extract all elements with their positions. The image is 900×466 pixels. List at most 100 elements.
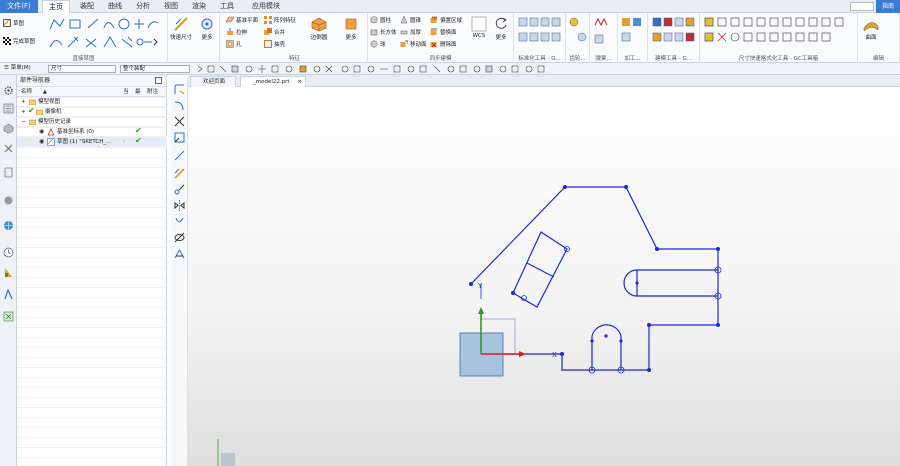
machining-tool-icons[interactable] bbox=[621, 17, 645, 51]
sync-more-button[interactable]: 更多 bbox=[488, 16, 514, 41]
sketch-button[interactable]: 草图 bbox=[3, 19, 24, 27]
tab-home[interactable]: 主页 bbox=[42, 0, 70, 14]
more-icon bbox=[345, 18, 357, 30]
cylinder-button[interactable]: 圆柱 bbox=[370, 16, 391, 24]
modeling-tool-icons[interactable] bbox=[652, 17, 696, 51]
hd3d-tools-icon[interactable] bbox=[3, 195, 14, 206]
spring-tool-icons[interactable] bbox=[593, 17, 615, 51]
expand-plus-icon[interactable]: + bbox=[21, 107, 26, 117]
web-browser-icon[interactable] bbox=[3, 220, 14, 231]
part-navigator-icon[interactable] bbox=[3, 103, 14, 114]
rapid-dimension-icon[interactable] bbox=[174, 168, 185, 179]
extrude-button[interactable]: 拉伸 bbox=[226, 28, 247, 36]
edge-blend-button[interactable]: 边倒圆 bbox=[306, 16, 332, 41]
sphere-button[interactable]: 球 bbox=[370, 40, 386, 48]
delete-face-button[interactable]: 删除面 bbox=[430, 40, 457, 48]
column-name[interactable]: 名称 bbox=[21, 87, 32, 97]
unite-button[interactable]: 合并 bbox=[264, 28, 285, 36]
tab-app-modules[interactable]: 应用模块 bbox=[246, 0, 286, 13]
profile-icon[interactable] bbox=[174, 84, 185, 95]
tree-node-datum-csys[interactable]: ◉ 基准坐标系 (0) ✔ bbox=[17, 126, 167, 137]
column-note[interactable]: 附注 bbox=[147, 87, 158, 97]
collapse-minus-icon[interactable]: − bbox=[21, 117, 26, 127]
finish-sketch-label: 完成草图 bbox=[13, 39, 36, 45]
offset-region-button[interactable]: 偏置区域 bbox=[430, 16, 462, 24]
help-button[interactable]: 指南 bbox=[876, 0, 900, 13]
move-face-button[interactable]: 移动面 bbox=[400, 40, 427, 48]
tab-tools[interactable]: 工具 bbox=[216, 0, 238, 13]
system-materials-icon[interactable] bbox=[3, 267, 14, 278]
tree-node-model-views[interactable]: + 模型视图 bbox=[17, 97, 167, 107]
selection-scope-dropdown[interactable]: 整个装配 bbox=[120, 65, 190, 73]
thicken-button[interactable]: 加厚 bbox=[400, 28, 421, 36]
roles-icon[interactable] bbox=[3, 311, 14, 322]
type-filter-dropdown[interactable]: 尺寸 bbox=[48, 65, 116, 73]
tab-model22[interactable]: _model22.prt × bbox=[240, 76, 306, 87]
feature-more-button[interactable]: 更多 bbox=[338, 16, 364, 41]
offset-region-icon bbox=[430, 16, 437, 23]
visibility-eye-icon[interactable]: ◉ bbox=[39, 137, 44, 147]
block-button[interactable]: 长方体 bbox=[370, 28, 397, 36]
settings-gear-icon[interactable] bbox=[3, 85, 14, 96]
relations-browser-icon[interactable] bbox=[174, 248, 185, 259]
corner-icon[interactable] bbox=[174, 132, 185, 143]
datum-plane-button[interactable]: 基准平面 bbox=[226, 16, 258, 24]
dimension-format-tool-icons[interactable] bbox=[704, 17, 854, 51]
column-current[interactable]: 当 bbox=[123, 87, 129, 97]
unite-label: 合并 bbox=[274, 30, 286, 36]
trim-icon[interactable] bbox=[174, 116, 185, 127]
finish-sketch-button[interactable]: 完成草图 bbox=[3, 37, 35, 45]
history-clock-icon[interactable] bbox=[3, 247, 14, 258]
graphics-canvas[interactable]: Y X bbox=[188, 87, 900, 466]
rapid-dimension-button[interactable]: 快速尺寸 bbox=[168, 16, 194, 41]
menu-dropdown[interactable]: ☰ 菜单(M) bbox=[2, 65, 42, 73]
standardize-tool-icons[interactable] bbox=[518, 17, 562, 51]
make-symmetric-icon[interactable] bbox=[174, 200, 185, 211]
hole-button[interactable]: 孔 bbox=[226, 40, 242, 48]
sort-ascending-icon: ▲ bbox=[43, 89, 47, 95]
tab-assembly[interactable]: 装配 bbox=[76, 0, 98, 13]
shell-button[interactable]: 抽壳 bbox=[264, 40, 285, 48]
machining-group-label: 加工... bbox=[624, 56, 641, 62]
sketch-outer-profile[interactable] bbox=[470, 186, 719, 371]
sketch-viewport[interactable]: Y X bbox=[188, 87, 900, 466]
sketch-curve-tools[interactable] bbox=[48, 17, 160, 51]
snap-point-toolbar[interactable] bbox=[196, 65, 556, 73]
reuse-library-icon[interactable] bbox=[3, 167, 14, 178]
tree-node-sketch[interactable]: ◉ 草图 (1) "SKETCH_... ⁞ ✔ bbox=[17, 136, 167, 147]
gear-tool-icons[interactable] bbox=[569, 17, 587, 51]
tab-render[interactable]: 渲染 bbox=[188, 0, 210, 13]
visibility-eye-icon[interactable]: ◉ bbox=[39, 127, 44, 137]
line-icon[interactable] bbox=[174, 150, 185, 161]
fillet-icon[interactable] bbox=[174, 100, 185, 111]
tab-view[interactable]: 视图 bbox=[160, 0, 182, 13]
tab-welcome-page[interactable]: 欢迎页面 bbox=[190, 76, 236, 87]
finish-flag-icon bbox=[3, 37, 11, 45]
sketch-slot-divider[interactable] bbox=[526, 262, 555, 278]
file-menu-tab[interactable]: 文件(F) bbox=[0, 0, 38, 13]
constraint-icon[interactable] bbox=[174, 184, 185, 195]
tab-curve[interactable]: 曲线 bbox=[104, 0, 126, 13]
navigator-maximize-icon[interactable] bbox=[155, 77, 162, 84]
tree-node-model-history[interactable]: − 模型历史记录 bbox=[17, 117, 167, 127]
pattern-feature-button[interactable]: 阵列特征 bbox=[264, 16, 296, 24]
block-label: 长方体 bbox=[380, 30, 397, 36]
sketch-points[interactable] bbox=[469, 185, 720, 372]
column-latest[interactable]: 最 bbox=[135, 87, 141, 97]
constraint-navigator-icon[interactable] bbox=[3, 143, 14, 154]
sketch-geometry[interactable] bbox=[470, 186, 719, 371]
expand-plus-icon[interactable]: + bbox=[21, 97, 26, 107]
surface-button[interactable]: 曲面 bbox=[858, 16, 884, 41]
command-search-input[interactable] bbox=[850, 2, 874, 11]
dimension-more-button[interactable]: 更多 bbox=[194, 16, 220, 41]
cone-button[interactable]: 圆锥 bbox=[400, 16, 421, 24]
process-studio-icon[interactable] bbox=[3, 289, 14, 300]
sketch-slot-lower[interactable] bbox=[591, 324, 622, 370]
tab-analysis[interactable]: 分析 bbox=[132, 0, 154, 13]
replace-face-button[interactable]: 替换面 bbox=[430, 28, 457, 36]
show-constraints-icon[interactable] bbox=[174, 232, 185, 243]
auto-constrain-icon[interactable] bbox=[174, 216, 185, 227]
tree-node-cameras[interactable]: + ✔ 摄像机 bbox=[17, 106, 167, 117]
cylinder-icon bbox=[370, 16, 378, 24]
assembly-navigator-icon[interactable] bbox=[3, 123, 14, 134]
